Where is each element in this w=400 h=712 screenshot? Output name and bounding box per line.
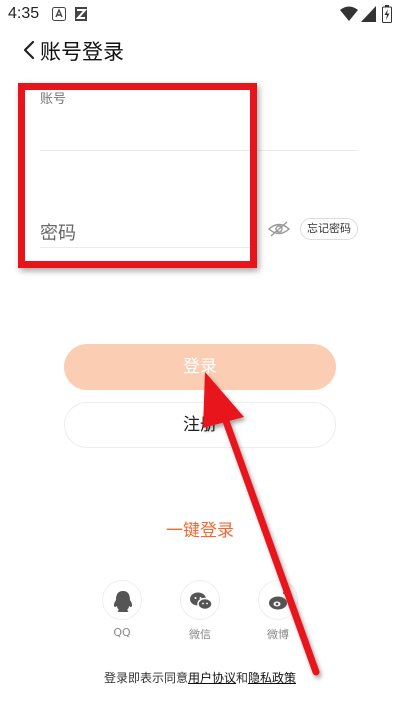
weibo-icon (269, 592, 290, 610)
eye-icon (267, 221, 291, 237)
header: 账号登录 (0, 32, 400, 68)
agreement-text: 登录即表示同意用户协议和隐私政策 (0, 669, 400, 686)
qq-login-button[interactable] (102, 580, 142, 620)
wifi-icon (340, 6, 358, 21)
wechat-login-button[interactable] (180, 580, 220, 620)
agreement-and: 和 (236, 671, 249, 685)
wechat-label: 微信 (189, 628, 211, 641)
qq-icon (113, 591, 133, 612)
signal-icon (361, 6, 376, 22)
battery-icon (382, 5, 392, 23)
annotation-highlight-box (18, 83, 257, 268)
chevron-left-icon (23, 40, 35, 60)
agreement-prefix: 登录即表示同意 (103, 671, 188, 685)
weibo-label: 微博 (267, 628, 289, 641)
user-agreement-link[interactable]: 用户协议 (188, 671, 236, 685)
app-badge-icon (75, 7, 88, 21)
back-button[interactable] (18, 36, 42, 64)
forgot-password-button[interactable]: 忘记密码 (300, 218, 358, 240)
page-title: 账号登录 (40, 40, 124, 64)
register-button[interactable]: 注册 (64, 402, 336, 448)
qq-label: QQ (113, 626, 131, 639)
status-time: 4:35 (8, 5, 40, 22)
status-bar: 4:35 (0, 0, 400, 28)
one-key-login-link[interactable]: 一键登录 (0, 516, 400, 541)
wechat-icon (190, 592, 213, 611)
app-notification-icon (52, 7, 66, 21)
privacy-policy-link[interactable]: 隐私政策 (248, 671, 296, 685)
login-button[interactable]: 登录 (64, 344, 336, 390)
toggle-password-visibility[interactable] (267, 220, 291, 238)
weibo-login-button[interactable] (258, 580, 298, 620)
